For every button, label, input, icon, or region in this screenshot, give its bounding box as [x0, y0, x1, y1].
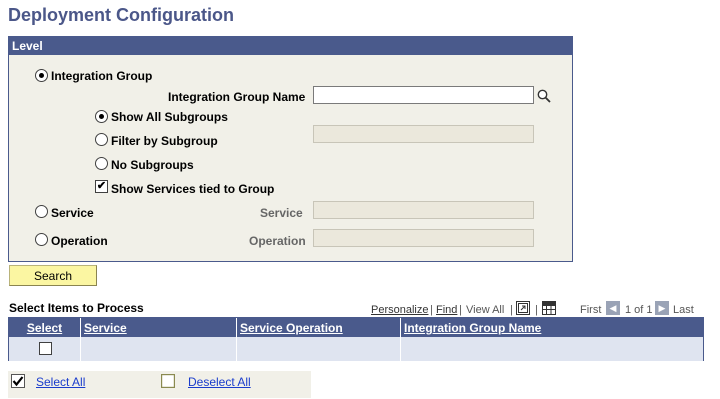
arrow-right-icon[interactable]: ▶: [655, 301, 669, 315]
zoom-icon[interactable]: [516, 301, 530, 315]
service-field-label: Service: [260, 206, 303, 220]
deselect-all-link[interactable]: Deselect All: [188, 375, 251, 389]
service-cell: [81, 337, 237, 361]
operation-radio[interactable]: [35, 233, 48, 246]
last-label: Last: [673, 304, 694, 316]
service-input[interactable]: [313, 201, 534, 219]
lookup-icon[interactable]: [536, 88, 552, 104]
select-cell: [9, 337, 81, 361]
column-header-service-operation[interactable]: Service Operation: [237, 318, 401, 337]
nav-separator-3: |: [510, 304, 513, 316]
show-services-checkbox[interactable]: ✔: [95, 180, 108, 193]
integration-group-radio-label: Integration Group: [51, 69, 153, 83]
service-radio-label: Service: [51, 206, 94, 220]
integration-group-name-input[interactable]: [313, 86, 534, 104]
grid-header-row: Select Service Service Operation Integra…: [9, 318, 703, 337]
integration-group-radio[interactable]: [35, 69, 48, 82]
column-header-integration-group-name[interactable]: Integration Group Name: [401, 318, 703, 337]
service-radio[interactable]: [35, 205, 48, 218]
column-header-select[interactable]: Select: [9, 318, 81, 337]
first-label: First: [580, 304, 602, 316]
table-row: [9, 337, 703, 361]
page-title: Deployment Configuration: [8, 5, 234, 25]
find-link[interactable]: Find: [436, 304, 457, 316]
nav-separator-2: |: [459, 304, 462, 316]
operation-input[interactable]: [313, 229, 534, 247]
operation-field-label: Operation: [249, 234, 306, 248]
empty-box-icon[interactable]: [160, 373, 176, 389]
checkmark-icon[interactable]: [11, 374, 25, 388]
nav-separator-1: |: [430, 304, 433, 316]
operation-radio-label: Operation: [51, 234, 108, 248]
row-select-checkbox[interactable]: [39, 342, 52, 355]
level-header: Level: [9, 37, 572, 55]
integration-group-name-cell: [401, 337, 703, 361]
view-all-link[interactable]: View All: [466, 304, 504, 316]
show-services-label: Show Services tied to Group: [111, 182, 275, 196]
grid-download-icon[interactable]: [542, 301, 556, 315]
service-operation-cell: [237, 337, 401, 361]
search-button[interactable]: Search: [9, 265, 97, 286]
filter-by-subgroup-radio[interactable]: [95, 133, 108, 146]
filter-by-subgroup-label: Filter by Subgroup: [111, 134, 218, 148]
show-all-subgroups-radio[interactable]: [95, 110, 108, 123]
arrow-left-icon[interactable]: ◀: [606, 301, 620, 315]
page-range: 1 of 1: [625, 304, 653, 316]
personalize-link[interactable]: Personalize: [371, 304, 428, 316]
integration-group-name-label: Integration Group Name: [168, 90, 306, 104]
show-all-subgroups-label: Show All Subgroups: [111, 110, 228, 124]
select-all-link[interactable]: Select All: [36, 375, 85, 389]
no-subgroups-label: No Subgroups: [111, 158, 194, 172]
column-header-service[interactable]: Service: [81, 318, 237, 337]
items-grid: Select Service Service Operation Integra…: [8, 317, 704, 361]
nav-separator-4: |: [535, 304, 538, 316]
grid-title: Select Items to Process: [9, 301, 144, 315]
filter-subgroup-input[interactable]: [313, 125, 534, 143]
no-subgroups-radio[interactable]: [95, 157, 108, 170]
